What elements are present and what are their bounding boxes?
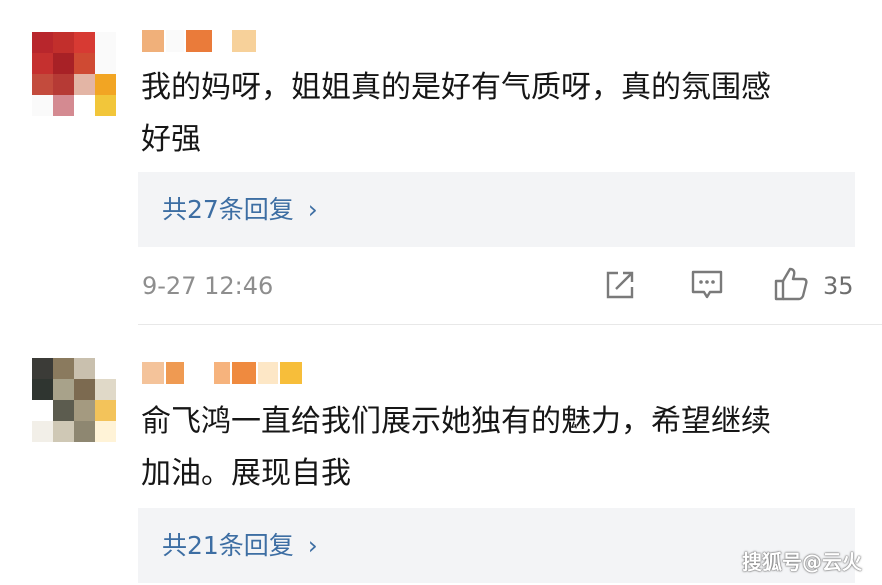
avatar-pixel <box>32 358 53 379</box>
avatar-pixel <box>32 74 53 95</box>
avatar-pixel <box>53 32 74 53</box>
comment-text: 俞飞鸿一直给我们展示她独有的魅力，希望继续 加油。展现自我 <box>141 396 841 500</box>
username-pixel <box>214 362 230 384</box>
comment-text-line: 俞飞鸿一直给我们展示她独有的魅力，希望继续 <box>141 404 771 439</box>
replies-count-label: 共21条回复 <box>162 531 302 560</box>
avatar-pixel <box>95 32 116 53</box>
comment-text: 我的妈呀，姐姐真的是好有气质呀，真的氛围感 好强 <box>141 62 841 166</box>
view-replies-link[interactable]: 共27条回复 › <box>162 172 318 247</box>
username-pixelated[interactable] <box>142 30 256 52</box>
comment-icon[interactable] <box>690 268 724 302</box>
avatar-pixel <box>32 95 53 116</box>
username-pixel <box>186 362 212 384</box>
avatar-pixel <box>53 379 74 400</box>
avatar-pixel <box>74 379 95 400</box>
avatar-pixel <box>74 358 95 379</box>
comment-text-line: 我的妈呀，姐姐真的是好有气质呀，真的氛围感 <box>141 70 771 105</box>
avatar-pixel <box>53 400 74 421</box>
avatar-pixel <box>32 400 53 421</box>
username-pixel <box>232 30 256 52</box>
avatar-pixel <box>95 95 116 116</box>
username-pixel <box>166 362 184 384</box>
avatar-pixel <box>32 421 53 442</box>
avatar-pixel <box>74 53 95 74</box>
avatar-pixel <box>32 379 53 400</box>
like-count: 35 <box>823 272 854 300</box>
avatar-pixel <box>74 421 95 442</box>
replies-count-label: 共27条回复 <box>162 195 302 224</box>
comment-text-line: 加油。展现自我 <box>141 456 351 491</box>
avatar[interactable] <box>32 32 116 116</box>
chevron-right-icon: › <box>307 195 318 224</box>
avatar-pixel <box>53 358 74 379</box>
avatar-pixel <box>74 74 95 95</box>
reply-summary-box[interactable]: 共27条回复 › <box>138 172 855 247</box>
thumbs-up-icon[interactable] <box>773 266 809 302</box>
username-pixel <box>142 362 164 384</box>
username-pixel <box>186 30 212 52</box>
avatar-pixel <box>32 32 53 53</box>
avatar-pixel <box>95 400 116 421</box>
avatar[interactable] <box>32 358 116 442</box>
avatar-pixel <box>95 379 116 400</box>
watermark: 搜狐号@云火 <box>742 550 862 574</box>
avatar-pixel <box>95 421 116 442</box>
avatar-pixel <box>53 95 74 116</box>
timestamp: 9-27 12:46 <box>142 272 274 300</box>
avatar-pixel <box>53 53 74 74</box>
username-pixel <box>232 362 256 384</box>
avatar-pixel <box>53 74 74 95</box>
avatar-pixel <box>32 53 53 74</box>
avatar-pixel <box>53 421 74 442</box>
share-icon[interactable] <box>604 269 636 301</box>
avatar-pixel <box>95 53 116 74</box>
avatar-pixel <box>74 95 95 116</box>
avatar-pixel <box>74 32 95 53</box>
username-pixel <box>214 30 230 52</box>
username-pixel <box>166 30 184 52</box>
username-pixel <box>280 362 302 384</box>
avatar-pixel <box>95 74 116 95</box>
divider <box>138 324 882 325</box>
view-replies-link[interactable]: 共21条回复 › <box>162 508 318 583</box>
avatar-pixel <box>74 400 95 421</box>
username-pixel <box>142 30 164 52</box>
avatar-pixel <box>95 358 116 379</box>
chevron-right-icon: › <box>307 531 318 560</box>
comment-text-line: 好强 <box>141 122 201 157</box>
username-pixelated[interactable] <box>142 362 302 384</box>
username-pixel <box>258 362 278 384</box>
